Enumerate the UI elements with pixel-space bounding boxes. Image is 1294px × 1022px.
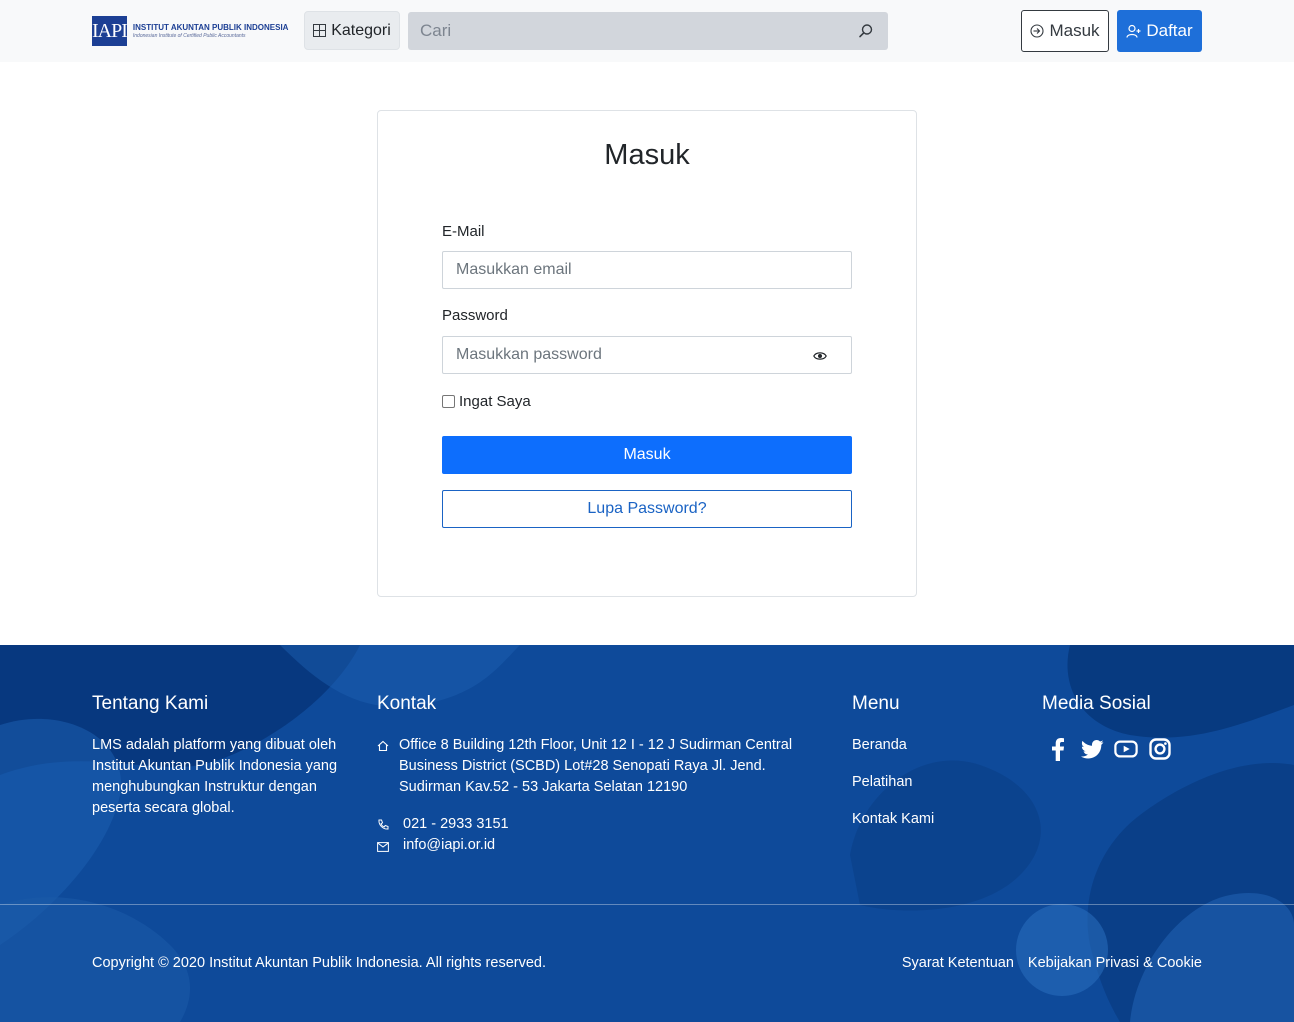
- facebook-icon[interactable]: [1046, 737, 1070, 761]
- password-field[interactable]: [443, 337, 851, 373]
- forgot-password-button[interactable]: Lupa Password?: [442, 490, 852, 528]
- email-field[interactable]: [443, 252, 851, 288]
- menu-heading: Menu: [852, 693, 900, 714]
- grid-icon: [313, 24, 327, 37]
- privacy-link[interactable]: Kebijakan Privasi & Cookie: [1028, 955, 1202, 971]
- register-button-label: Daftar: [1146, 21, 1193, 40]
- mail-icon: [377, 835, 403, 859]
- logo-mark: IAPI: [92, 16, 128, 46]
- kategori-label: Kategori: [331, 21, 391, 39]
- login-button[interactable]: Masuk: [1021, 10, 1109, 52]
- logo-text: INSTITUT AKUNTAN PUBLIK INDONESIA Indone…: [133, 23, 289, 39]
- login-card: Masuk E-Mail Password Ingat Saya Masuk L…: [377, 110, 917, 597]
- email-link[interactable]: info@iapi.or.id: [403, 835, 495, 859]
- menu-link-beranda[interactable]: Beranda: [852, 737, 907, 753]
- iapi-logo[interactable]: IAPI INSTITUT AKUNTAN PUBLIK INDONESIA I…: [92, 16, 288, 46]
- footer-divider: [0, 904, 1294, 905]
- about-heading: Tentang Kami: [92, 693, 209, 714]
- contact-heading: Kontak: [377, 693, 437, 714]
- contact-address: Office 8 Building 12th Floor, Unit 12 I …: [377, 735, 822, 798]
- about-text: LMS adalah platform yang dibuat oleh Ins…: [92, 737, 338, 816]
- show-password-eye-icon[interactable]: [813, 349, 827, 361]
- password-field-wrapper: [442, 336, 852, 374]
- user-plus-icon: [1126, 24, 1141, 39]
- remember-me[interactable]: Ingat Saya: [442, 393, 531, 410]
- terms-link[interactable]: Syarat Ketentuan: [902, 955, 1014, 971]
- top-navbar: IAPI INSTITUT AKUNTAN PUBLIK INDONESIA I…: [0, 0, 1294, 62]
- legal-links: Syarat Ketentuan Kebijakan Privasi & Coo…: [902, 955, 1202, 971]
- kategori-button[interactable]: Kategori: [304, 11, 400, 50]
- sign-in-icon: [1030, 24, 1045, 38]
- youtube-icon[interactable]: [1114, 737, 1138, 761]
- search-icon[interactable]: [858, 23, 874, 39]
- login-button-label: Masuk: [1049, 21, 1100, 40]
- logo-title: INSTITUT AKUNTAN PUBLIK INDONESIA: [132, 23, 289, 32]
- logo-subtitle: Indonesian Institute of Certified Public…: [132, 33, 246, 39]
- site-footer: Tentang Kami LMS adalah platform yang di…: [0, 645, 1294, 1022]
- social-heading: Media Sosial: [1042, 693, 1151, 714]
- copyright-text: Copyright © 2020 Institut Akuntan Publik…: [92, 955, 546, 971]
- remember-me-label: Ingat Saya: [459, 393, 531, 410]
- home-icon: [377, 735, 399, 798]
- contact-email: info@iapi.or.id: [377, 835, 495, 859]
- menu-link-pelatihan[interactable]: Pelatihan: [852, 774, 912, 790]
- menu-link-kontak-kami[interactable]: Kontak Kami: [852, 811, 934, 827]
- register-button[interactable]: Daftar: [1117, 10, 1202, 52]
- password-label: Password: [442, 307, 508, 324]
- search-bar: [408, 12, 888, 50]
- social-icons: [1046, 737, 1182, 761]
- email-field-wrapper: [442, 251, 852, 289]
- twitter-icon[interactable]: [1080, 737, 1104, 761]
- submit-login-button[interactable]: Masuk: [442, 436, 852, 474]
- address-text: Office 8 Building 12th Floor, Unit 12 I …: [399, 737, 793, 795]
- search-input[interactable]: [408, 12, 848, 50]
- remember-me-checkbox[interactable]: [442, 395, 455, 408]
- login-title: Masuk: [604, 139, 690, 171]
- email-label: E-Mail: [442, 223, 485, 240]
- instagram-icon[interactable]: [1148, 737, 1172, 761]
